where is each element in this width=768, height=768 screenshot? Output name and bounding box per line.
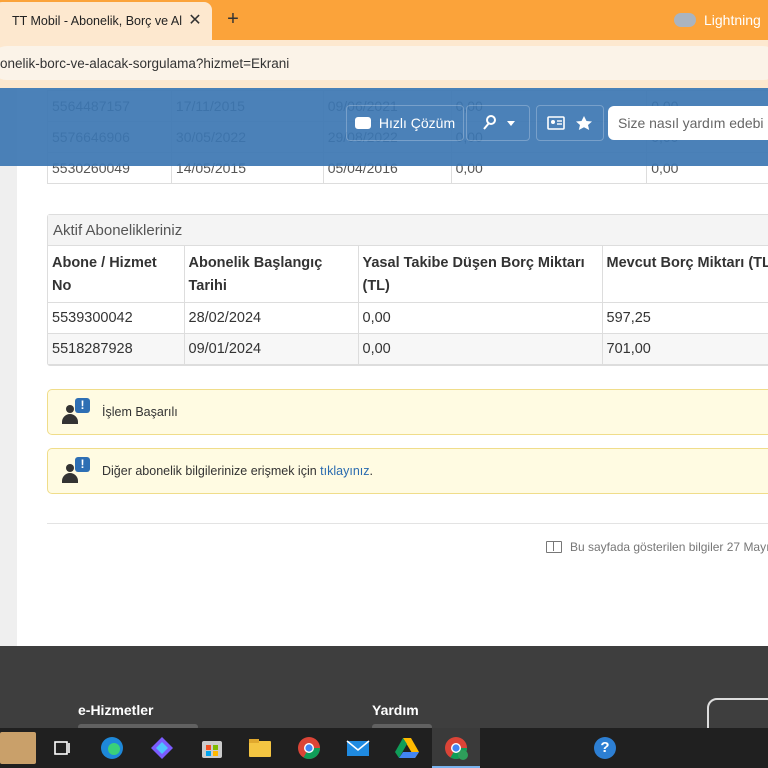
account-button[interactable] xyxy=(536,105,604,141)
info-footnote: Bu sayfada gösterilen bilgiler 27 Mayıs xyxy=(546,540,768,554)
task-view-icon[interactable] xyxy=(48,734,76,762)
active-subscriptions-table: Abone / Hizmet No Abonelik Başlangıç Tar… xyxy=(48,246,768,365)
chrome-profile-taskbar-button[interactable] xyxy=(432,728,480,768)
address-bar[interactable]: onelik-borc-ve-alacak-sorgulama?hizmet=E… xyxy=(0,46,768,80)
cell: 5539300042 xyxy=(48,302,185,334)
cell: 28/02/2024 xyxy=(184,302,359,334)
site-footer: e-Hizmetler Yardım xyxy=(0,646,768,730)
other-subscriptions-link[interactable]: tıklayınız xyxy=(320,464,369,478)
info-alert: ! Diğer abonelik bilgilerinize erişmek i… xyxy=(47,448,768,494)
cell: 0,00 xyxy=(358,302,603,334)
quick-solution-button[interactable]: Hızlı Çözüm xyxy=(346,105,464,141)
divider xyxy=(47,523,768,524)
col-header-start-date: Abonelik Başlangıç Tarihi xyxy=(184,246,359,303)
table-row: 5539300042 28/02/2024 0,00 597,25 xyxy=(48,302,768,334)
toolbar: onelik-borc-ve-alacak-sorgulama?hizmet=E… xyxy=(0,40,768,88)
active-subscriptions-panel: Aktif Abonelikleriniz Abone / Hizmet No … xyxy=(47,214,768,366)
url-text: onelik-borc-ve-alacak-sorgulama?hizmet=E… xyxy=(0,55,290,71)
storm-cloud-icon xyxy=(674,13,696,27)
help-icon[interactable]: ? xyxy=(594,737,616,759)
col-header-legal-debt: Yasal Takibe Düşen Borç Miktarı (TL) xyxy=(358,246,603,303)
cell: 701,00 xyxy=(602,333,768,365)
chat-icon xyxy=(354,117,371,129)
file-explorer-icon[interactable] xyxy=(246,734,274,762)
panel-title: Aktif Abonelikleriniz xyxy=(48,215,768,246)
user-notice-icon: ! xyxy=(60,456,90,486)
tab-close-icon[interactable]: ✕ xyxy=(186,12,204,30)
table-row: 5518287928 09/01/2024 0,00 701,00 xyxy=(48,333,768,365)
footer-help-title: Yardım xyxy=(372,702,419,718)
copilot-icon[interactable] xyxy=(148,734,176,762)
new-tab-button[interactable]: + xyxy=(222,8,244,30)
windows-taskbar xyxy=(0,728,768,768)
book-icon xyxy=(546,541,562,553)
cell: 0,00 xyxy=(358,333,603,365)
success-alert: ! İşlem Başarılı xyxy=(47,389,768,435)
edge-icon[interactable] xyxy=(98,734,126,762)
browser-tab[interactable]: TT Mobil - Abonelik, Borç ve Al ✕ xyxy=(0,2,212,40)
google-drive-icon[interactable] xyxy=(393,734,421,762)
info-message-suffix: . xyxy=(369,464,373,478)
col-header-current-debt: Mevcut Borç Miktarı (TL) xyxy=(602,246,768,303)
site-header: Hızlı Çözüm Size nasıl yardım edebi xyxy=(0,88,768,166)
desktop-widget-icon[interactable] xyxy=(0,732,36,764)
cell: 597,25 xyxy=(602,302,768,334)
id-card-icon xyxy=(547,116,592,130)
col-header-subscriber-no: Abone / Hizmet No xyxy=(48,246,185,303)
mail-icon[interactable] xyxy=(344,734,372,762)
weather-widget[interactable]: Lightning xyxy=(674,0,761,40)
tab-title: TT Mobil - Abonelik, Borç ve Al xyxy=(12,14,182,28)
quick-solution-label: Hızlı Çözüm xyxy=(378,115,456,131)
info-message-prefix: Diğer abonelik bilgilerinize erişmek içi… xyxy=(102,464,317,478)
cell: 5518287928 xyxy=(48,333,185,365)
login-menu-button[interactable] xyxy=(466,105,530,141)
search-placeholder: Size nasıl yardım edebi xyxy=(618,115,764,131)
user-notice-icon: ! xyxy=(60,397,90,427)
tab-strip: TT Mobil - Abonelik, Borç ve Al ✕ + xyxy=(0,0,768,40)
footnote-text: Bu sayfada gösterilen bilgiler 27 Mayıs xyxy=(570,540,768,554)
key-icon xyxy=(483,115,515,130)
footer-eservices-title: e-Hizmetler xyxy=(78,702,154,718)
search-input[interactable]: Size nasıl yardım edebi xyxy=(608,106,768,140)
cell: 09/01/2024 xyxy=(184,333,359,365)
weather-label: Lightning xyxy=(704,12,761,28)
chrome-icon[interactable] xyxy=(295,734,323,762)
store-icon[interactable] xyxy=(198,734,226,762)
success-message: İşlem Başarılı xyxy=(102,405,178,419)
